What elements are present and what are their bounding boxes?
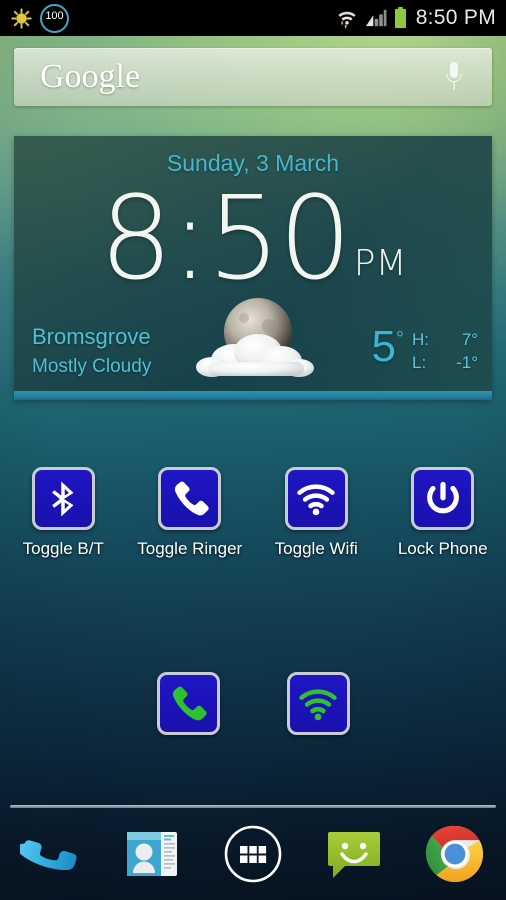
- dock-item-contacts[interactable]: [101, 823, 202, 885]
- phone-dialer-icon: [16, 823, 82, 885]
- status-bar-left: 100: [0, 3, 69, 33]
- shortcut-tile[interactable]: [411, 467, 475, 530]
- shortcut-tile[interactable]: [284, 467, 348, 530]
- shortcut-lock-phone[interactable]: Lock Phone: [380, 467, 506, 559]
- app-drawer-icon: [222, 823, 284, 885]
- microphone-icon: [442, 60, 466, 94]
- weather-high-value: 7°: [461, 330, 478, 349]
- shortcut-label: Toggle B/T: [22, 539, 104, 558]
- wifi-icon: [297, 683, 339, 725]
- contacts-icon: [121, 823, 183, 885]
- shortcut-toggle-bluetooth[interactable]: Toggle B/T: [0, 467, 127, 559]
- status-bar-right: 8:50 PM: [336, 6, 506, 30]
- messaging-icon: [323, 823, 385, 885]
- wallpaper-vignette: [0, 0, 506, 900]
- google-logo: Google: [40, 58, 141, 95]
- widget-clock-time: 8:50: [99, 172, 351, 306]
- shortcut-phone-green[interactable]: [123, 672, 253, 744]
- weather-current-temp: 5: [371, 322, 396, 371]
- android-home-screen: 100 8:50 PM Google Sunday, 3 March 8:50 …: [0, 0, 506, 900]
- wifi-data-icon: [336, 7, 358, 29]
- weather-high-low: H: 7° L: -1°: [404, 326, 478, 374]
- weather-city: Bromsgrove: [32, 324, 151, 349]
- shortcut-row-second: [123, 672, 383, 744]
- battery-full-icon: [394, 7, 407, 29]
- weather-temperature-block: 5 ° H: 7° L: -1°: [371, 322, 478, 374]
- shortcut-wifi-green[interactable]: [253, 672, 383, 744]
- weather-high-label: H:: [412, 330, 429, 349]
- google-search-bar[interactable]: Google: [14, 48, 492, 106]
- phone-icon: [169, 478, 211, 520]
- cellular-signal-icon: [365, 8, 387, 28]
- widget-clock-ampm: PM: [353, 243, 407, 284]
- dock-item-chrome[interactable]: [405, 823, 506, 885]
- dock-item-app-drawer[interactable]: [202, 823, 303, 885]
- dock-item-phone[interactable]: [0, 823, 101, 885]
- weather-low-value: -1°: [456, 353, 478, 372]
- chrome-browser-icon: [424, 823, 486, 885]
- moon-behind-cloud-icon: [186, 288, 326, 388]
- weather-high-row: H: 7°: [412, 328, 478, 351]
- shortcut-label: Lock Phone: [397, 539, 488, 558]
- shortcut-tile[interactable]: [158, 467, 222, 530]
- shortcut-toggle-wifi[interactable]: Toggle Wifi: [253, 467, 380, 559]
- wifi-icon: [295, 478, 337, 520]
- bluetooth-icon: [42, 478, 84, 520]
- battery-percent-badge: 100: [40, 3, 69, 33]
- status-bar[interactable]: 100 8:50 PM: [0, 0, 506, 36]
- weather-condition: Mostly Cloudy: [32, 356, 152, 377]
- power-icon: [422, 478, 464, 520]
- dock-item-messaging[interactable]: [304, 823, 405, 885]
- weather-degree-symbol: °: [396, 328, 404, 350]
- voice-search-button[interactable]: [442, 60, 492, 94]
- weather-low-row: L: -1°: [412, 351, 478, 374]
- phone-icon: [167, 683, 209, 725]
- weather-low-label: L:: [412, 353, 427, 372]
- shortcut-label: Toggle Wifi: [274, 539, 358, 558]
- shortcut-tile[interactable]: [286, 672, 350, 735]
- dock: [0, 808, 506, 900]
- shortcut-tile[interactable]: [31, 467, 95, 530]
- widget-accent-bar: [14, 391, 492, 400]
- clock-weather-widget[interactable]: Sunday, 3 March 8:50 PM Bromsgrove Mostl…: [14, 136, 492, 400]
- shortcut-row-first: Toggle B/T Toggle Ringer Toggle Wifi Loc…: [0, 467, 506, 559]
- status-bar-clock: 8:50 PM: [415, 6, 496, 29]
- shortcut-tile[interactable]: [156, 672, 220, 735]
- shortcut-toggle-ringer[interactable]: Toggle Ringer: [127, 467, 254, 559]
- sun-icon: [11, 7, 32, 29]
- shortcut-label: Toggle Ringer: [137, 539, 243, 558]
- widget-time-row[interactable]: 8:50 PM: [14, 172, 492, 306]
